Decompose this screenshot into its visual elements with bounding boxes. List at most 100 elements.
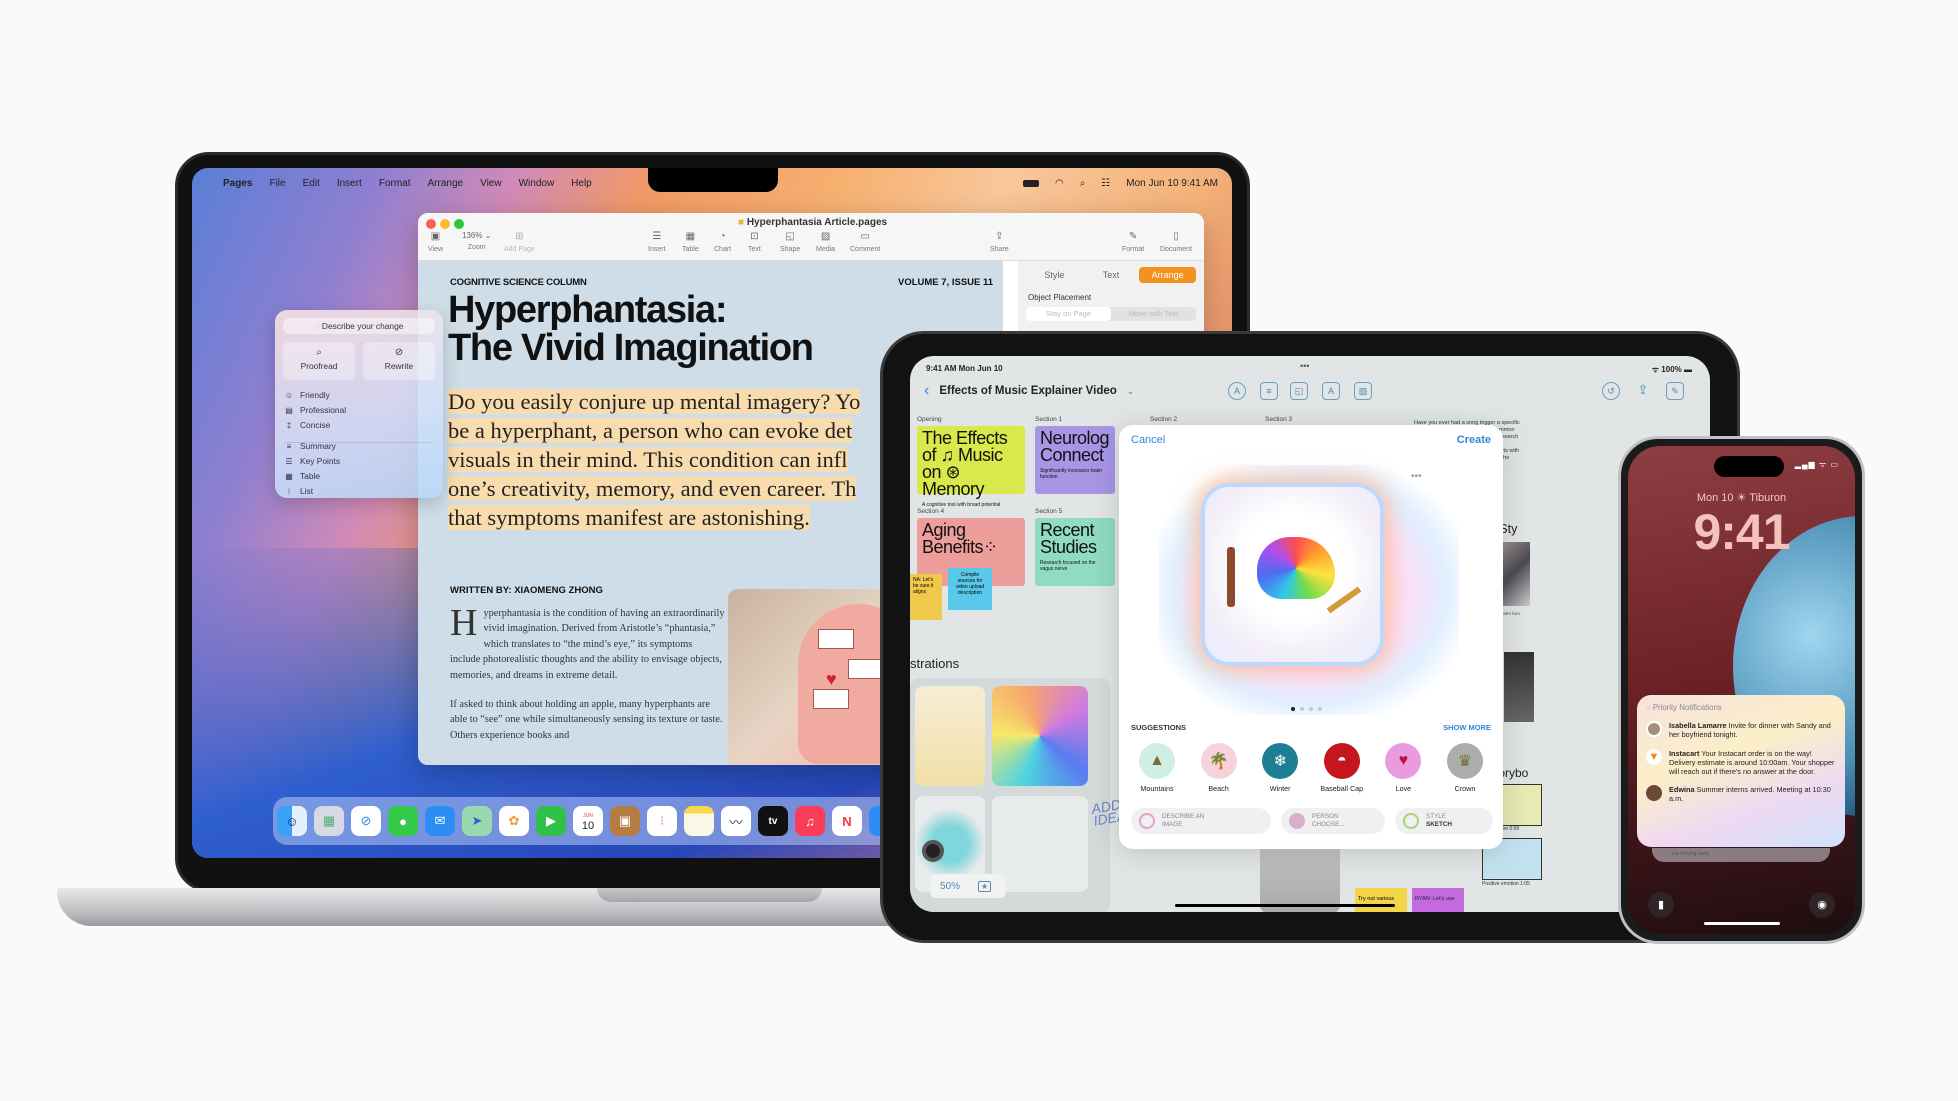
control-center-icon[interactable]: ☷ bbox=[1101, 178, 1110, 189]
more-options-icon[interactable]: ••• bbox=[1411, 471, 1422, 482]
dock-freeform[interactable]: 〰 bbox=[721, 806, 751, 836]
sticky-note[interactable]: Compile sources for video upload descrip… bbox=[948, 568, 992, 610]
wifi-icon[interactable]: ◠ bbox=[1055, 178, 1064, 189]
describe-change-input[interactable]: ◌ Describe your change bbox=[283, 318, 435, 334]
suggestion-beach[interactable]: 🌴 Beach bbox=[1191, 743, 1247, 793]
back-chevron-icon[interactable]: ‹ bbox=[924, 382, 929, 400]
tone-friendly[interactable]: ☺ Friendly bbox=[284, 390, 330, 400]
stay-on-page-option[interactable]: Stay on Page bbox=[1026, 307, 1111, 321]
image-tool-icon[interactable]: ▨ bbox=[1354, 382, 1372, 400]
sticky-note[interactable]: Try out various bbox=[1355, 888, 1407, 912]
menu-arrange[interactable]: Arrange bbox=[428, 178, 464, 189]
rewrite-button[interactable]: ⊘ Rewrite bbox=[363, 342, 435, 380]
person-chip[interactable]: PERSON CHOOSE... bbox=[1281, 808, 1385, 834]
dock-calendar[interactable]: JUN 10 bbox=[573, 806, 603, 836]
dock-music[interactable]: ♫ bbox=[795, 806, 825, 836]
format-key-points[interactable]: ☰ Key Points bbox=[284, 456, 340, 466]
suggestion-crown[interactable]: ♛ Crown bbox=[1437, 743, 1493, 793]
suggestion-mountains[interactable]: ▲ Mountains bbox=[1129, 743, 1185, 793]
show-more-button[interactable]: SHOW MORE bbox=[1443, 723, 1491, 732]
chevron-down-icon[interactable]: ⌄ bbox=[1127, 386, 1135, 397]
dock-notes[interactable] bbox=[684, 806, 714, 836]
share-icon[interactable]: ⇪ bbox=[1634, 382, 1652, 400]
shape-tool-icon[interactable]: ◱ bbox=[1290, 382, 1308, 400]
suggestion-baseball-cap[interactable]: ◓ Baseball Cap bbox=[1314, 743, 1370, 793]
tone-professional[interactable]: ▤ Professional bbox=[284, 405, 346, 415]
dock-messages[interactable]: ● bbox=[388, 806, 418, 836]
format-summary[interactable]: ≡ Summary bbox=[284, 441, 336, 451]
star-icon[interactable]: ★ bbox=[978, 880, 992, 892]
card-opening[interactable]: The Effects of ♫ Music on ⊛ Memory A cogn… bbox=[917, 426, 1025, 508]
style-chip[interactable]: STYLE SKETCH bbox=[1395, 808, 1493, 834]
zoom-indicator[interactable]: 50% ★ bbox=[930, 874, 1006, 898]
stacked-notification[interactable]: Lia arriving early. bbox=[1652, 848, 1830, 862]
priority-notifications[interactable]: ◌ Priority Notifications Isabella Lamarr… bbox=[1637, 695, 1845, 847]
illustration-empty[interactable] bbox=[992, 796, 1088, 892]
menu-file[interactable]: File bbox=[269, 178, 285, 189]
close-button[interactable] bbox=[426, 219, 436, 229]
compose-icon[interactable]: ✎ bbox=[1666, 382, 1684, 400]
page-dot[interactable] bbox=[1300, 707, 1304, 711]
notification-item[interactable]: Isabella Lamarre Invite for dinner with … bbox=[1646, 721, 1836, 739]
insert-button[interactable]: ☰ Insert bbox=[648, 231, 666, 253]
card-section-5[interactable]: Recent Studies Research focused on the va… bbox=[1035, 518, 1115, 586]
menu-view[interactable]: View bbox=[480, 178, 502, 189]
note-tool-icon[interactable]: ≡ bbox=[1260, 382, 1278, 400]
dock-facetime[interactable]: ▶ bbox=[536, 806, 566, 836]
shape-button[interactable]: ◱ Shape bbox=[780, 231, 800, 253]
sticky-note[interactable]: NA: Let's be sure it aligns bbox=[910, 574, 942, 620]
tab-text[interactable]: Text bbox=[1083, 267, 1140, 283]
move-with-text-option[interactable]: Move with Text bbox=[1111, 307, 1196, 321]
share-button[interactable]: ⇪ Share bbox=[990, 231, 1009, 253]
zoom-window-button[interactable] bbox=[454, 219, 464, 229]
dock-tv[interactable]: tv bbox=[758, 806, 788, 836]
format-list[interactable]: ⁝ List bbox=[284, 486, 313, 496]
suggestion-winter[interactable]: ❄ Winter bbox=[1252, 743, 1308, 793]
document-button[interactable]: ▯ Document bbox=[1160, 231, 1192, 253]
search-icon[interactable]: ⌕ bbox=[1080, 178, 1086, 189]
comment-button[interactable]: ▭ Comment bbox=[850, 231, 880, 253]
dock-news[interactable]: N bbox=[832, 806, 862, 836]
dock-photos[interactable]: ✿ bbox=[499, 806, 529, 836]
proofread-button[interactable]: ⌕ Proofread bbox=[283, 342, 355, 380]
create-button[interactable]: Create bbox=[1457, 434, 1491, 446]
tone-concise[interactable]: ‡ Concise bbox=[284, 420, 331, 430]
add-page-button[interactable]: ⊞ Add Page bbox=[504, 231, 535, 253]
minimize-button[interactable] bbox=[440, 219, 450, 229]
archival-footage-thumb[interactable] bbox=[1504, 652, 1534, 722]
dock-reminders[interactable]: ⁝ bbox=[647, 806, 677, 836]
describe-image-chip[interactable]: DESCRIBE AN IMAGE bbox=[1131, 808, 1271, 834]
text-button[interactable]: ⊡ Text bbox=[748, 231, 761, 253]
pen-tool-icon[interactable]: A bbox=[1228, 382, 1246, 400]
sticky-note[interactable]: RYAN: Let's use bbox=[1412, 888, 1464, 912]
tab-arrange[interactable]: Arrange bbox=[1139, 267, 1197, 283]
dock-safari[interactable]: ⊘ bbox=[351, 806, 381, 836]
card-section-1[interactable]: Neurolog Connect Significantly increases … bbox=[1035, 426, 1115, 494]
page-dot[interactable] bbox=[1318, 707, 1322, 711]
text-tool-icon[interactable]: A bbox=[1322, 382, 1340, 400]
menu-help[interactable]: Help bbox=[571, 178, 592, 189]
dock-launchpad[interactable]: ▦ bbox=[314, 806, 344, 836]
format-table[interactable]: ▦ Table bbox=[284, 471, 320, 481]
view-button[interactable]: ▣ View bbox=[428, 231, 443, 253]
generated-image[interactable] bbox=[1205, 487, 1380, 662]
undo-icon[interactable]: ↺ bbox=[1602, 382, 1620, 400]
camera-icon[interactable]: ◉ bbox=[1809, 892, 1835, 918]
zoom-control[interactable]: 136% ⌄ Zoom bbox=[462, 231, 491, 251]
dock-mail[interactable]: ✉ bbox=[425, 806, 455, 836]
media-button[interactable]: ▨ Media bbox=[816, 231, 835, 253]
notification-item[interactable]: ▼ Instacart Your Instacart order is on th… bbox=[1646, 748, 1836, 777]
menu-insert[interactable]: Insert bbox=[337, 178, 362, 189]
illustration-headphones[interactable] bbox=[915, 686, 985, 786]
dock-maps[interactable]: ➤ bbox=[462, 806, 492, 836]
menu-edit[interactable]: Edit bbox=[303, 178, 320, 189]
tab-style[interactable]: Style bbox=[1026, 267, 1083, 283]
page-dots[interactable] bbox=[1291, 707, 1322, 711]
dock-finder[interactable]: ☺ bbox=[277, 806, 307, 836]
chart-button[interactable]: ◔ Chart bbox=[714, 231, 731, 253]
page-dot[interactable] bbox=[1291, 707, 1295, 711]
menubar-datetime[interactable]: Mon Jun 10 9:41 AM bbox=[1126, 178, 1218, 189]
board-title[interactable]: Effects of Music Explainer Video bbox=[939, 385, 1116, 397]
page-dot[interactable] bbox=[1309, 707, 1313, 711]
multitasking-dots[interactable]: ••• bbox=[1300, 361, 1309, 371]
